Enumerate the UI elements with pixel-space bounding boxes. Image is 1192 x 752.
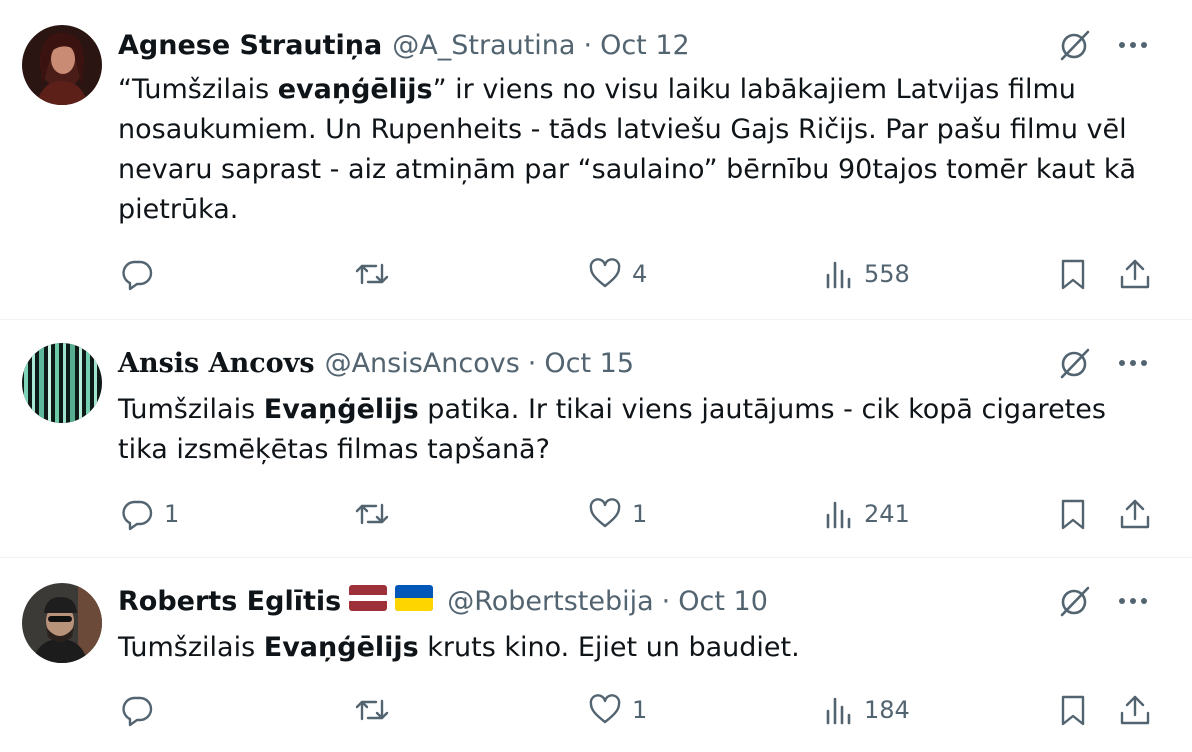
views-button[interactable]: 241 — [824, 494, 910, 534]
view-count: 241 — [864, 500, 910, 528]
retweet-button[interactable] — [354, 690, 400, 730]
avatar[interactable] — [22, 343, 102, 423]
text-segment: “Tumšzilais — [118, 74, 278, 105]
retweet-icon — [354, 693, 390, 727]
action-bar: 4 558 — [118, 254, 1158, 294]
text-segment-bold: Evaņģēlijs — [263, 632, 419, 663]
tweet[interactable]: Agnese Strautiņa @A_Strautina · Oct 12 “… — [0, 0, 1192, 320]
reply-icon — [120, 497, 154, 531]
view-count: 558 — [864, 260, 910, 288]
reply-button[interactable] — [120, 690, 164, 730]
views-button[interactable]: 558 — [824, 254, 910, 294]
share-icon — [1118, 257, 1152, 291]
share-button[interactable] — [1118, 494, 1152, 534]
view-count: 184 — [864, 696, 910, 724]
latvia-flag-icon — [349, 584, 388, 611]
tweet-corner-actions — [1058, 28, 1148, 62]
grok-icon[interactable] — [1058, 584, 1092, 618]
tweet-corner-actions — [1058, 346, 1148, 380]
tweet-header: Ansis Ancovs @AnsisAncovs · Oct 15 — [118, 343, 634, 383]
share-button[interactable] — [1118, 690, 1152, 730]
views-button[interactable]: 184 — [824, 690, 910, 730]
reply-icon — [120, 257, 154, 291]
tweet[interactable]: Roberts Eglītis @Robertstebija · Oct 10 — [0, 558, 1192, 752]
share-icon — [1118, 497, 1152, 531]
text-segment-bold: Evaņģēlijs — [263, 394, 419, 425]
like-button[interactable]: 1 — [588, 690, 647, 730]
heart-icon — [588, 497, 622, 531]
author-name[interactable]: Agnese Strautiņa — [118, 30, 382, 61]
retweet-icon — [354, 497, 390, 531]
retweet-button[interactable] — [354, 494, 400, 534]
more-icon[interactable] — [1118, 597, 1148, 605]
bookmark-icon — [1058, 257, 1088, 291]
like-button[interactable]: 1 — [588, 494, 647, 534]
views-icon — [824, 497, 854, 531]
reply-button[interactable] — [120, 254, 164, 294]
retweet-icon — [354, 257, 390, 291]
tweet-date[interactable]: Oct 12 — [600, 30, 690, 61]
views-icon — [824, 693, 854, 727]
avatar[interactable] — [22, 583, 102, 663]
bookmark-icon — [1058, 497, 1088, 531]
separator-dot: · — [527, 347, 537, 379]
share-icon — [1118, 693, 1152, 727]
reply-button[interactable]: 1 — [120, 494, 179, 534]
separator-dot: · — [661, 585, 671, 617]
like-count: 1 — [632, 500, 648, 528]
like-button[interactable]: 4 — [588, 254, 647, 294]
tweet-text: Tumšzilais Evaņģēlijs kruts kino. Ejiet … — [118, 628, 1158, 668]
author-name[interactable]: Roberts Eglītis — [118, 586, 341, 617]
grok-icon[interactable] — [1058, 346, 1092, 380]
tweet-text: “Tumšzilais evaņģēlijs” ir viens no visu… — [118, 70, 1158, 230]
bookmark-button[interactable] — [1058, 690, 1088, 730]
reply-count: 1 — [164, 500, 180, 528]
more-icon[interactable] — [1118, 41, 1148, 49]
retweet-button[interactable] — [354, 254, 400, 294]
reply-feed: Agnese Strautiņa @A_Strautina · Oct 12 “… — [0, 0, 1192, 752]
tweet-header: Roberts Eglītis @Robertstebija · Oct 10 — [118, 581, 768, 621]
bookmark-icon — [1058, 693, 1088, 727]
author-handle[interactable]: @AnsisAncovs — [325, 348, 520, 379]
reply-icon — [120, 693, 154, 727]
tweet[interactable]: Ansis Ancovs @AnsisAncovs · Oct 15 Tumšz… — [0, 320, 1192, 558]
heart-icon — [588, 257, 622, 291]
action-bar: 1 1 241 — [118, 494, 1158, 534]
bookmark-button[interactable] — [1058, 494, 1088, 534]
separator-dot: · — [583, 29, 593, 61]
author-handle[interactable]: @Robertstebija — [447, 586, 653, 617]
grok-icon[interactable] — [1058, 28, 1092, 62]
text-segment: Tumšzilais — [118, 394, 264, 425]
like-count: 1 — [632, 696, 648, 724]
like-count: 4 — [632, 260, 648, 288]
ukraine-flag-icon — [395, 584, 434, 611]
flag-emojis — [341, 584, 434, 618]
text-segment-bold: evaņģēlijs — [277, 74, 433, 105]
avatar[interactable] — [22, 25, 102, 105]
text-segment: kruts kino. Ejiet un baudiet. — [418, 632, 800, 663]
share-button[interactable] — [1118, 254, 1152, 294]
tweet-header: Agnese Strautiņa @A_Strautina · Oct 12 — [118, 25, 690, 65]
more-icon[interactable] — [1118, 359, 1148, 367]
tweet-text: Tumšzilais Evaņģēlijs patika. Ir tikai v… — [118, 390, 1158, 470]
bookmark-button[interactable] — [1058, 254, 1088, 294]
views-icon — [824, 257, 854, 291]
author-name[interactable]: Ansis Ancovs — [118, 348, 315, 379]
tweet-corner-actions — [1058, 584, 1148, 618]
author-handle[interactable]: @A_Strautina — [392, 30, 575, 61]
heart-icon — [588, 693, 622, 727]
action-bar: 1 184 — [118, 690, 1158, 730]
tweet-date[interactable]: Oct 15 — [544, 348, 634, 379]
tweet-date[interactable]: Oct 10 — [678, 586, 768, 617]
text-segment: Tumšzilais — [118, 632, 264, 663]
